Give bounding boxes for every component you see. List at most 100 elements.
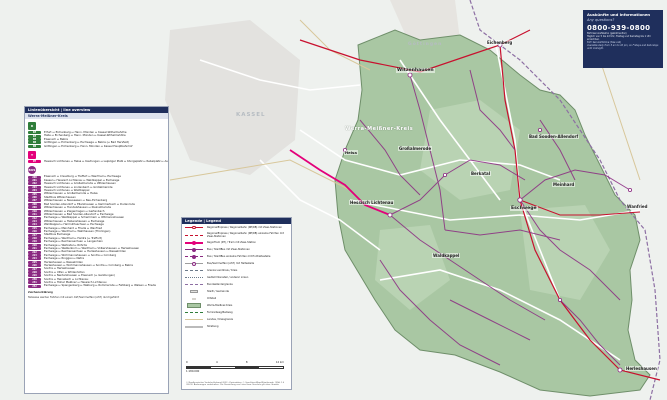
legend-row-ast: Bus/SammelTaxi (AST) mit Haltestelle — [182, 260, 291, 267]
map-label-wanfried[interactable]: Wanfried — [626, 204, 649, 209]
scale-tick-label: 12 km — [275, 361, 284, 364]
legend-row-label: Ortsteil — [207, 297, 217, 300]
legend-row-label: Werra-Meißner-Kreis — [207, 304, 233, 307]
legend-row-district-fill: Werra-Meißner-Kreis — [182, 302, 291, 309]
map-label-waldkappel[interactable]: Waldkappel — [432, 253, 461, 258]
line-route-text: Hessisch Lichtenau ↔ Helsa ↔ Kaufungen ↔… — [44, 160, 168, 164]
map-label-herleshausen[interactable]: Herleshausen — [625, 366, 658, 371]
state-road-symbol-icon — [185, 317, 203, 322]
scale-bar: 0 4 8 12 km 1:180.000 — [186, 361, 284, 373]
line-badge: RE — [28, 131, 41, 135]
map-label-hessisch-lichtenau[interactable]: Hessisch Lichtenau — [349, 200, 395, 205]
border-dist-symbol-icon — [185, 268, 203, 273]
ast-symbol-icon — [185, 261, 203, 266]
regiotram-group-header: T — [28, 151, 165, 160]
legend-credit: © Nordhessischer VerkehrsVerbund 2023 - … — [186, 381, 285, 387]
map-label-eichenberg[interactable]: Eichenberg — [486, 40, 514, 45]
legend-panel: Legende | Legend RegionalExpress / Regio… — [181, 217, 292, 390]
legend-row-town: Ortsteil — [182, 295, 291, 302]
city-symbol-icon — [185, 289, 203, 294]
line-badge: RB — [28, 141, 41, 145]
rail-re-symbol-icon — [185, 225, 203, 230]
line-route-text: Eschwege ↔ Spangenberg ↔ Walburg ↔ Romme… — [44, 284, 156, 288]
street-symbol-icon — [185, 324, 203, 329]
border-state-symbol-icon — [185, 282, 203, 287]
legend-row-border-state: Bundesländergrenze — [182, 281, 291, 288]
bus-symbol-icon — [185, 247, 203, 252]
info-title-en: Any questions? — [587, 17, 615, 22]
map-label-grossalmerode[interactable]: Großalmerode — [398, 146, 433, 151]
bus-group-header: BUS — [28, 166, 165, 175]
rail-rb-symbol-icon — [185, 233, 203, 238]
line-overview-panel: Linienübersicht | line overview Werra-Me… — [24, 106, 169, 394]
tram-symbol-icon — [185, 240, 203, 245]
line-badge: 221 — [28, 247, 41, 251]
regional-train-group-header: R — [28, 122, 165, 130]
legend-row-state-road: Landes / Kreisgrenze — [182, 316, 291, 323]
info-phone[interactable]: 0800-939-0800 — [587, 24, 659, 32]
map-label-bad-sooden-allendorf[interactable]: Bad Sooden-Allendorf — [528, 134, 580, 139]
overview-groups: R RE Erfurt ↔ Eichenberg ↔ Hann. Münden ↔ … — [25, 122, 168, 288]
bus-icon: BUS — [28, 166, 36, 175]
overview-district: Werra-Meißner-Kreis — [25, 113, 168, 119]
border-dist2-symbol-icon — [185, 275, 203, 280]
map-label-meinhard[interactable]: Meinhard — [552, 182, 576, 187]
legend-row-label: Gedämmtensteil / anderer Linien — [207, 276, 249, 279]
fernrad-symbol-icon — [185, 310, 203, 315]
town-symbol-icon — [185, 296, 203, 301]
legend-row-fernrad: Fernradweg/Radweg — [182, 309, 291, 316]
info-title-de: Auskünfte und Informationen — [587, 12, 651, 17]
line-badge: 224 — [28, 257, 41, 261]
scale-text: 1:180.000 — [186, 370, 200, 373]
line-badge: 229 — [28, 274, 41, 278]
line-badge: 231 — [28, 281, 41, 285]
map-label-helsa[interactable]: Helsa — [344, 150, 358, 155]
legend-row-city: Stadt / Gemeinde — [182, 288, 291, 295]
legend-row-border-dist: Grenze Landkreis / Kreis — [182, 267, 291, 274]
legend-row-border-dist2: Gedämmtensteil / anderer Linien — [182, 274, 291, 281]
legend-row-street: Straßung — [182, 323, 291, 330]
legend-row-label: RegionalExpress / Regionalbahn (RE/RB) m… — [207, 226, 283, 229]
district-fill-symbol-icon — [185, 303, 203, 308]
line-badge: 219 — [28, 240, 41, 244]
line-badge: 204 — [28, 189, 41, 193]
map-label-eschwege[interactable]: Eschwege — [510, 206, 538, 211]
legend-row-label: Bus / StadtBus einzelne Fahrten mit Endh… — [207, 255, 271, 258]
info-hours-en: Available daily from 5 am to 10 pm, on F… — [587, 43, 659, 50]
line-row[interactable]: RB Göttingen ↔ Eichenberg ↔ Hann. Münden … — [25, 145, 168, 148]
legend-row-bus: Bus / StadtBus mit Zwei-Stationen — [182, 246, 291, 253]
legend-row-bus-dash: Bus / StadtBus einzelne Fahrten mit Endh… — [182, 253, 291, 260]
scale-ticks: 0 4 8 12 km — [186, 361, 284, 364]
scale-bar-graphic — [186, 366, 284, 369]
info-box: Auskünfte und Informationen Any question… — [583, 10, 663, 68]
line-badge: 202 — [28, 182, 41, 186]
line-badge: 216 — [28, 230, 41, 234]
line-badge: RB — [28, 144, 41, 148]
line-badge: RT — [28, 160, 41, 164]
legend-row-rail-rb: RegionalExpress / Regionalbahn (RE/RB) e… — [182, 231, 291, 239]
line-badge: 226 — [28, 264, 41, 268]
line-row[interactable]: 232 Eschwege ↔ Spangenberg ↔ Walburg ↔ Ro… — [25, 284, 168, 288]
map-label-witzenhausen[interactable]: Witzenhausen — [396, 68, 435, 73]
legend-row-label: RegioTram (RT) / Tram mit Zwei-Station — [207, 241, 257, 244]
legend-row-label: Stadt / Gemeinde — [207, 290, 229, 293]
map-label-berkatal[interactable]: Berkatal — [470, 171, 492, 176]
line-badge: 211 — [28, 213, 41, 217]
map-label-district: Werra-Meißner-Kreis — [345, 126, 414, 132]
legend-row-label: Fernradweg/Radweg — [207, 311, 233, 314]
legend-row-label: Bus/SammelTaxi (AST) mit Haltestelle — [207, 262, 255, 265]
overview-footer-text: Teilweise werden Fahrten mit einem AST/S… — [28, 295, 120, 299]
legend-row-tram: RegioTram (RT) / Tram mit Zwei-Station — [182, 239, 291, 246]
scale-tick-label: 4 — [215, 361, 218, 364]
regional-train-icon: R — [28, 122, 36, 130]
line-row[interactable]: RT Hessisch Lichtenau ↔ Helsa ↔ Kaufungen… — [25, 160, 168, 164]
legend-row-label: Landes / Kreisgrenze — [207, 318, 234, 321]
map-label-kassel: KASSEL — [236, 112, 266, 118]
line-badge: 209 — [28, 206, 41, 210]
regiotram-icon: T — [28, 151, 36, 160]
legend-row-rail-re: RegionalExpress / Regionalbahn (RE/RB) m… — [182, 224, 291, 231]
line-badge: 232 — [28, 284, 41, 288]
map-label-goettingen: Göttingen — [408, 42, 443, 47]
scale-tick-label: 8 — [245, 361, 248, 364]
line-badge: 214 — [28, 223, 41, 227]
